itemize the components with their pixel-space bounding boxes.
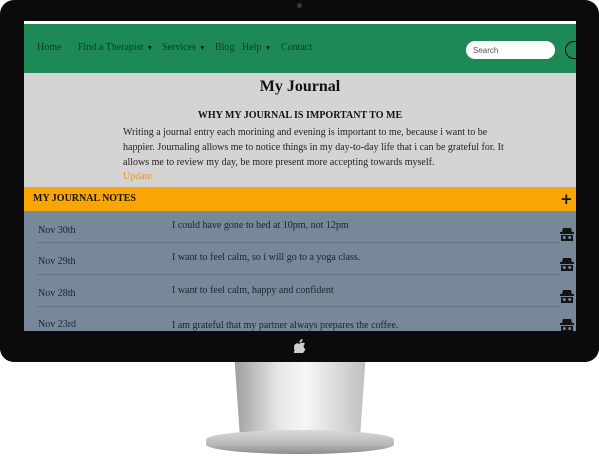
search-button[interactable] xyxy=(565,41,576,59)
monitor-stand-base xyxy=(206,430,394,454)
search-input[interactable] xyxy=(466,41,555,59)
nav-help-label: Help xyxy=(242,42,262,53)
incognito-icon[interactable] xyxy=(560,257,574,271)
screen: Home Find a Therapist ▼ Services ▼ Blog He… xyxy=(24,21,576,331)
list-item[interactable]: Nov 29th I want to feel calm, so i will … xyxy=(24,243,576,275)
journal-purpose-text: Writing a journal entry each morining an… xyxy=(123,127,504,168)
list-item[interactable]: Nov 28th I want to feel calm, happy and … xyxy=(24,275,576,307)
chevron-down-icon: ▼ xyxy=(264,44,272,52)
note-date: Nov 23rd xyxy=(38,319,77,330)
incognito-icon[interactable] xyxy=(560,289,574,303)
apple-logo-icon xyxy=(292,339,306,354)
navbar: Home Find a Therapist ▼ Services ▼ Blog He… xyxy=(24,24,576,73)
note-text: I am grateful that my partner always pre… xyxy=(172,320,399,331)
nav-help[interactable]: Help ▼ xyxy=(242,42,271,53)
list-item[interactable]: Nov 30th I could have gone to bed at 10p… xyxy=(24,211,576,243)
nav-blog[interactable]: Blog xyxy=(215,42,234,53)
list-item[interactable]: Nov 23rd I am grateful that my partner a… xyxy=(24,307,576,331)
nav-find-a-therapist[interactable]: Find a Therapist ▼ xyxy=(78,42,153,53)
monitor-stand-neck xyxy=(234,362,366,440)
plus-icon[interactable]: + xyxy=(560,190,573,208)
note-date: Nov 28th xyxy=(38,288,76,299)
note-text: I want to feel calm, happy and confident xyxy=(172,285,334,296)
nav-contact[interactable]: Contact xyxy=(281,42,312,53)
incognito-icon[interactable] xyxy=(560,227,574,241)
note-text: I want to feel calm, so i will go to a y… xyxy=(172,252,361,263)
camera-dot xyxy=(297,3,302,8)
note-date: Nov 29th xyxy=(38,256,76,267)
journal-notes-list: Nov 30th I could have gone to bed at 10p… xyxy=(24,211,576,331)
journal-notes-title: MY JOURNAL NOTES xyxy=(33,193,136,204)
chevron-down-icon: ▼ xyxy=(146,44,154,52)
nav-find-a-therapist-label: Find a Therapist xyxy=(78,42,144,53)
note-text: I could have gone to bed at 10pm, not 12… xyxy=(172,220,349,231)
nav-services-label: Services xyxy=(162,42,196,53)
note-date: Nov 30th xyxy=(38,225,76,236)
section-heading: WHY MY JOURNAL IS IMPORTANT TO ME xyxy=(197,110,403,121)
nav-home[interactable]: Home xyxy=(37,42,61,53)
incognito-icon[interactable] xyxy=(560,318,574,331)
nav-services[interactable]: Services ▼ xyxy=(162,42,206,53)
page-title: My Journal xyxy=(259,78,341,95)
chevron-down-icon: ▼ xyxy=(198,44,206,52)
update-link[interactable]: Update xyxy=(123,171,152,182)
journal-notes-header: MY JOURNAL NOTES + xyxy=(24,187,576,211)
